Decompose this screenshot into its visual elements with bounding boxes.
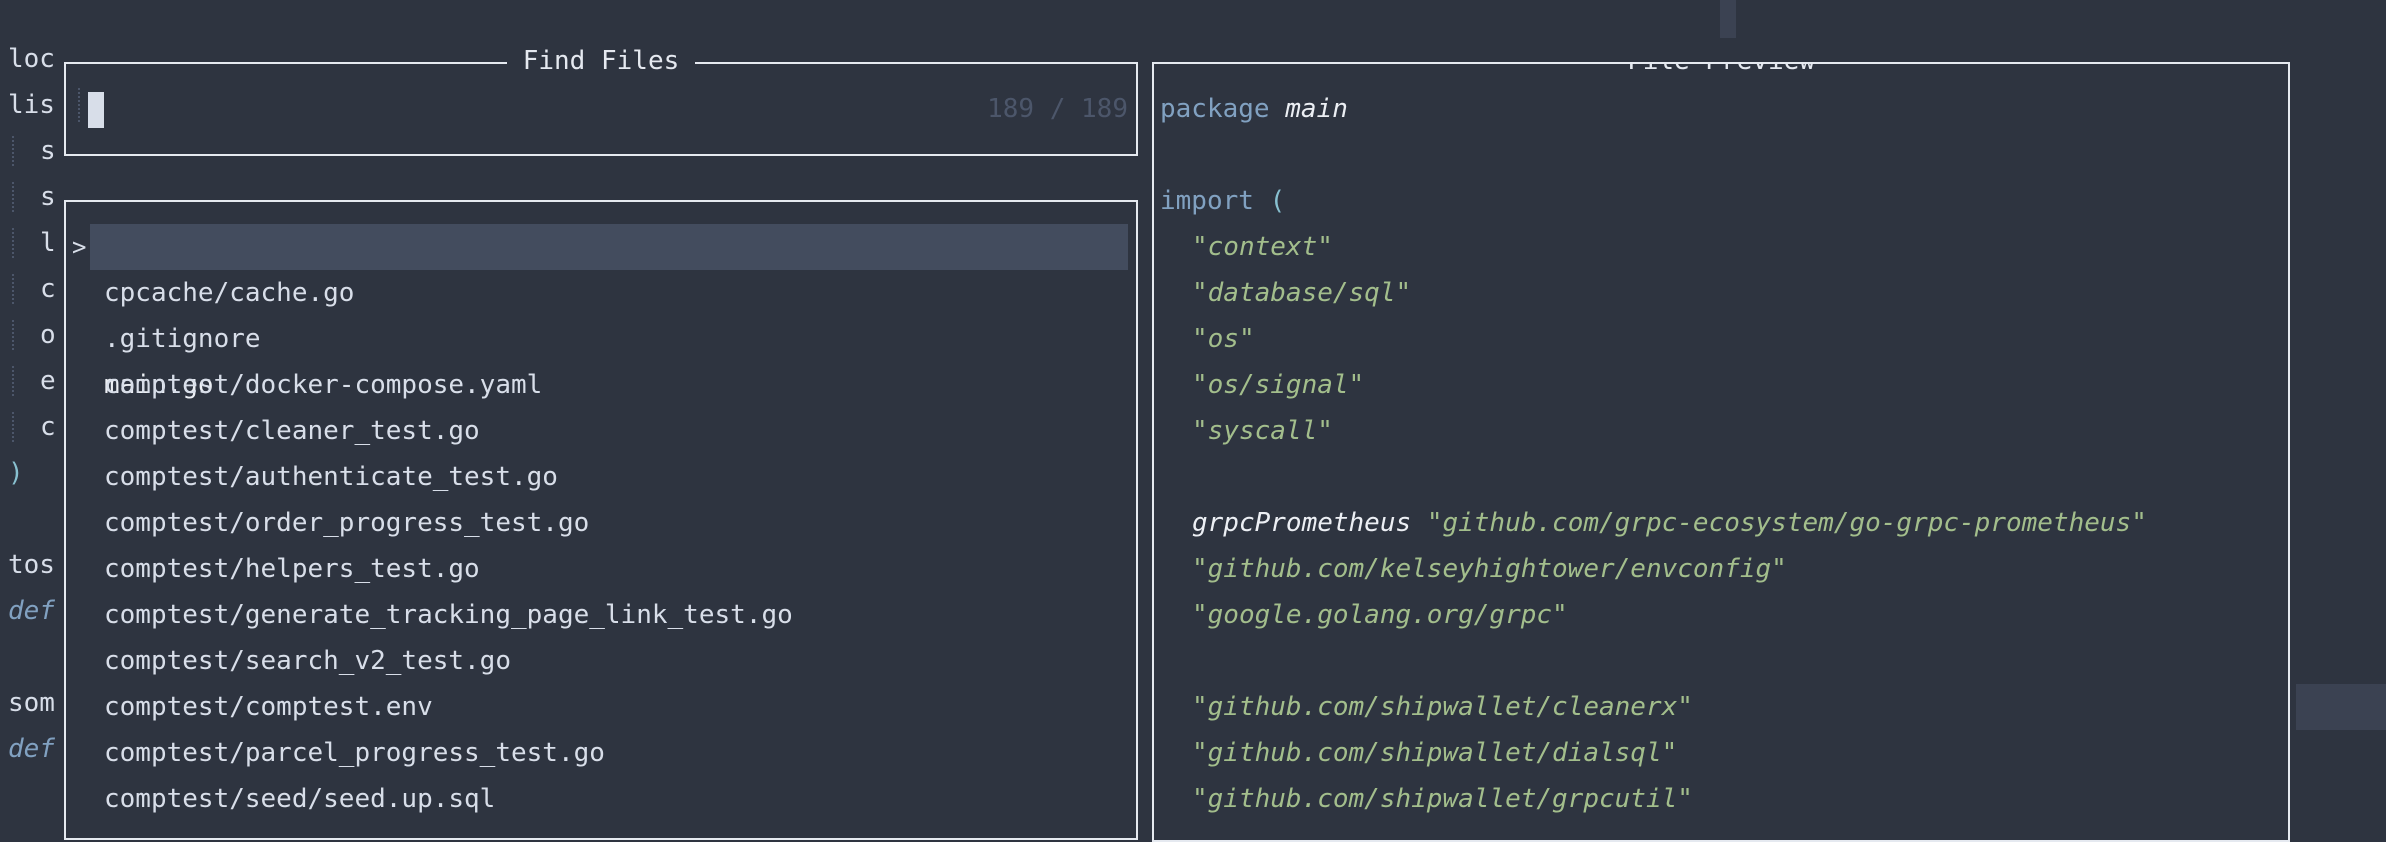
background-line: lis <box>8 90 55 120</box>
result-item[interactable]: comptest/parcel_progress_test.go <box>66 730 1136 776</box>
file-preview: File Preview package main import ( "cont… <box>1152 62 2290 842</box>
result-item-label: comptest/order_progress_test.go <box>104 508 590 538</box>
indent-guide <box>12 412 14 442</box>
result-item[interactable]: comptest/docker-compose.yaml <box>66 362 1136 408</box>
background-line: o <box>40 320 56 350</box>
indent-guide <box>12 136 14 166</box>
find-files-prompt[interactable]: Find Files 189 / 189 <box>64 46 1138 156</box>
background-line: l <box>40 228 56 258</box>
background-line: s <box>40 182 56 212</box>
indent-guide <box>12 366 14 396</box>
code-line: "google.golang.org/grpc" <box>1192 600 1568 630</box>
result-item-label: comptest/search_v2_test.go <box>104 646 511 676</box>
code-line: "github.com/shipwallet/dialsql" <box>1192 738 1678 768</box>
result-item[interactable]: comptest/seed/seed.up.sql <box>66 776 1136 822</box>
selection-caret-icon: > <box>72 233 87 261</box>
code-line: "context" <box>1192 232 1333 262</box>
result-item[interactable]: comptest/cleaner_test.go <box>66 408 1136 454</box>
code-line: package main <box>1160 94 1348 124</box>
result-item-label: .gitignore <box>104 324 261 354</box>
cursor-line-highlight <box>2296 684 2386 730</box>
text-cursor <box>88 92 104 128</box>
code-line: "database/sql" <box>1192 278 1412 308</box>
background-line: tos <box>8 550 55 580</box>
code-line: "github.com/shipwallet/cleanerx" <box>1192 692 1693 722</box>
result-item[interactable]: > main.go <box>66 224 1136 400</box>
result-item-label: comptest/authenticate_test.go <box>104 462 558 492</box>
indent-guide <box>12 182 14 212</box>
code-line: "github.com/shipwallet/grpcutil" <box>1192 784 1693 814</box>
result-item[interactable]: comptest/order_progress_test.go <box>66 500 1136 546</box>
indent-guide <box>12 320 14 350</box>
background-line: e <box>40 366 56 396</box>
background-line: ) <box>8 458 24 488</box>
selection-highlight <box>90 224 1128 270</box>
results-list: > main.go cpcache/cache.go .gitignore co… <box>64 200 1138 840</box>
result-item[interactable]: comptest/search_v2_test.go <box>66 638 1136 684</box>
background-line: c <box>40 274 56 304</box>
result-item-label: cpcache/cache.go <box>104 278 355 308</box>
code-line: import ( <box>1160 186 1286 216</box>
background-line: s <box>40 136 56 166</box>
code-line: "github.com/kelseyhightower/envconfig" <box>1192 554 1787 584</box>
indent-guide <box>12 228 14 258</box>
code-line: "os/signal" <box>1192 370 1365 400</box>
result-item[interactable]: .gitignore <box>66 316 1136 362</box>
result-item[interactable]: comptest/comptest.env <box>66 684 1136 730</box>
result-item[interactable]: comptest/generate_tracking_page_link_tes… <box>66 592 1136 638</box>
indent-guide <box>12 274 14 304</box>
prompt-title: Find Files <box>66 44 1136 78</box>
result-item-label: comptest/helpers_test.go <box>104 554 480 584</box>
result-item-label: comptest/generate_tracking_page_link_tes… <box>104 600 793 630</box>
code-line: "syscall" <box>1192 416 1333 446</box>
code-line: grpcPrometheus "github.com/grpc-ecosyste… <box>1192 508 2147 538</box>
background-line: c <box>40 412 56 442</box>
background-line: def <box>8 734 55 764</box>
result-item-label: comptest/parcel_progress_test.go <box>104 738 605 768</box>
result-item-label: comptest/seed/seed.up.sql <box>104 784 496 814</box>
background-line: loc <box>8 44 55 74</box>
match-counter: 189 / 189 <box>987 94 1128 124</box>
result-item-label: comptest/cleaner_test.go <box>104 416 480 446</box>
result-item-label: comptest/comptest.env <box>104 692 433 722</box>
scrollbar-thumb[interactable] <box>1720 0 1736 38</box>
result-item[interactable]: comptest/helpers_test.go <box>66 546 1136 592</box>
background-line: som <box>8 688 55 718</box>
background-line: def <box>8 596 55 626</box>
result-item[interactable]: cpcache/cache.go <box>66 270 1136 316</box>
prompt-prefix-bar <box>78 88 80 122</box>
preview-title: File Preview <box>1154 64 2288 78</box>
result-item[interactable]: comptest/authenticate_test.go <box>66 454 1136 500</box>
result-item-label: comptest/docker-compose.yaml <box>104 370 543 400</box>
code-line: "os" <box>1192 324 1255 354</box>
